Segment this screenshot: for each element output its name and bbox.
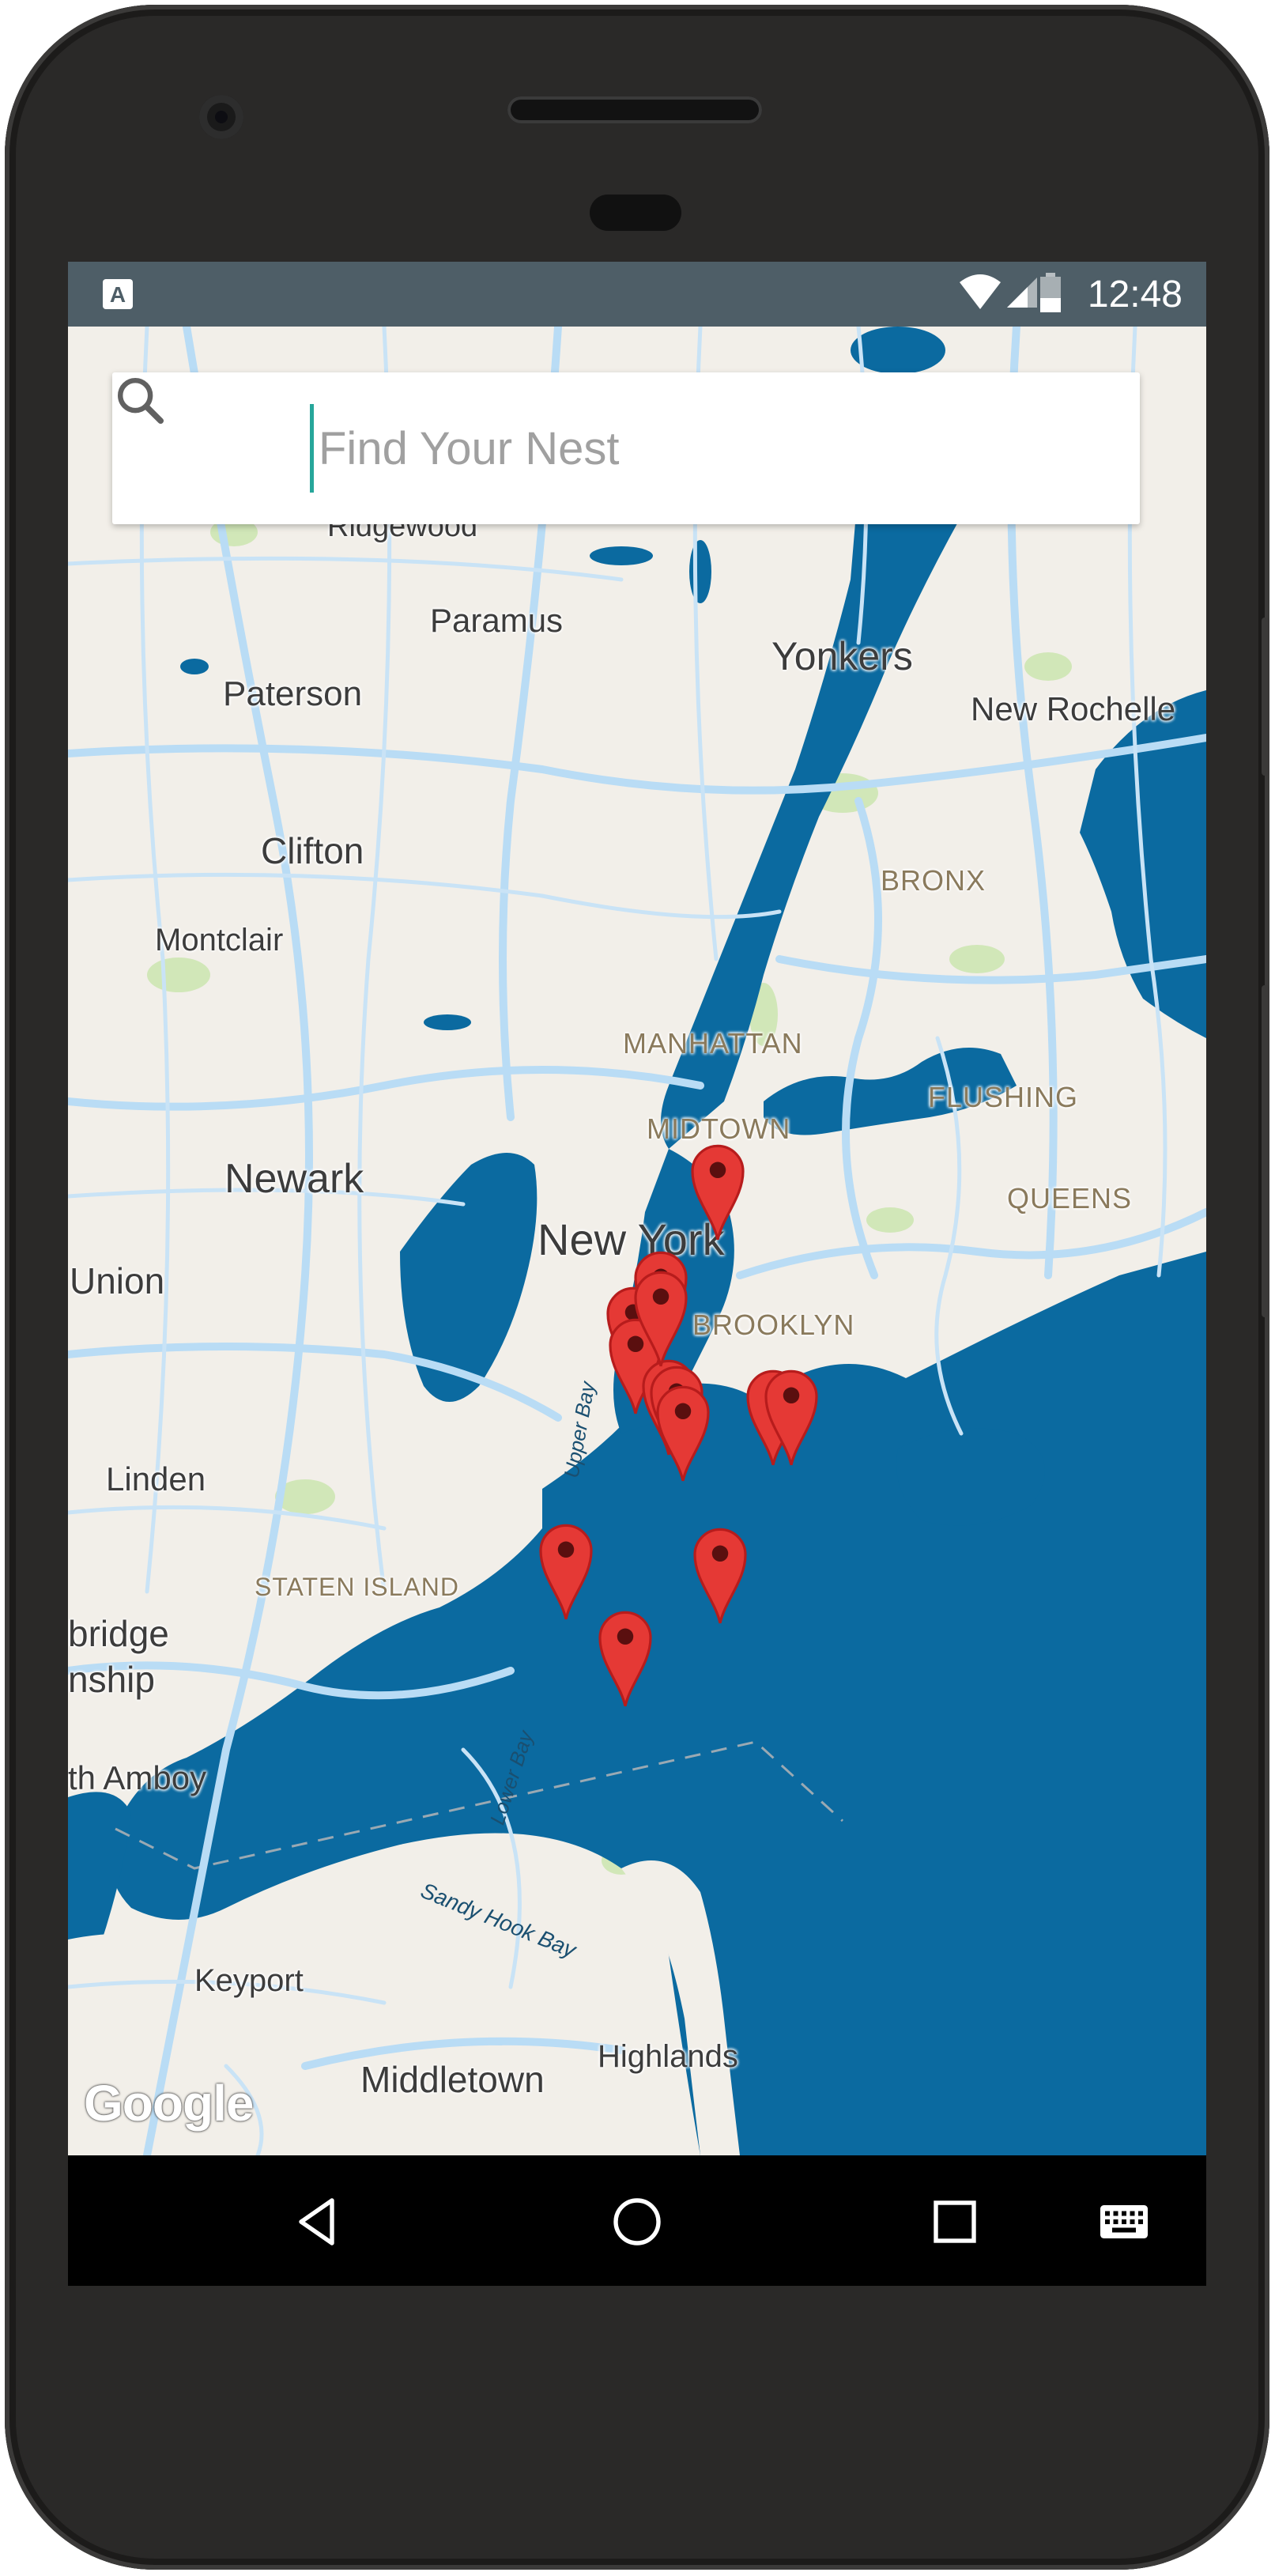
status-time: 12:48 [1087, 274, 1183, 315]
map-marker-icon[interactable] [594, 1607, 656, 1709]
earpiece-speaker [507, 96, 762, 123]
map-marker-icon[interactable] [687, 1141, 749, 1242]
home-icon[interactable] [609, 2193, 666, 2250]
map-label-linden: Linden [106, 1460, 206, 1498]
wifi-icon [960, 274, 1001, 309]
battery-icon [1040, 273, 1061, 312]
map-label-bridge: bridge [68, 1613, 169, 1654]
recents-icon[interactable] [926, 2193, 983, 2250]
map-marker-icon[interactable] [652, 1382, 714, 1483]
map-label-montclair: Montclair [155, 923, 284, 958]
map-label-middletown: Middletown [360, 2059, 545, 2100]
map-label-keyport: Keyport [194, 1963, 304, 1998]
status-bar: A 12:48 [68, 262, 1206, 327]
map-label-paterson: Paterson [223, 674, 363, 713]
map-marker-icon[interactable] [630, 1267, 692, 1369]
map-label-union: Union [70, 1260, 165, 1301]
map-marker-icon[interactable] [689, 1524, 751, 1626]
keyboard-icon[interactable] [1096, 2193, 1152, 2250]
map-label-paramus: Paramus [430, 602, 564, 639]
map-label-newark: Newark [224, 1156, 364, 1202]
map-label-queens: QUEENS [1007, 1182, 1133, 1214]
a-icon: A [103, 279, 133, 309]
search-input[interactable] [310, 404, 1109, 493]
map-marker-icon[interactable] [535, 1520, 597, 1622]
map-label-manhattan: MANHATTAN [623, 1027, 803, 1059]
map-label-staten-island: STATEN ISLAND [255, 1573, 459, 1601]
map-label-flushing: FLUSHING [928, 1081, 1079, 1113]
map-label-th-amboy: th Amboy [68, 1759, 207, 1796]
map-label-clifton: Clifton [261, 830, 364, 871]
map-label-bronx: BRONX [881, 864, 986, 897]
map-label-brooklyn: BROOKLYN [692, 1309, 855, 1341]
screen: A 12:48 Ridgewood Paramus Yonkers Paters… [68, 262, 1206, 2286]
map-view[interactable]: Ridgewood Paramus Yonkers Paterson New R… [68, 327, 1206, 2155]
power-button [1262, 985, 1269, 1317]
signal-icon [1007, 278, 1037, 308]
phone-frame: A 12:48 Ridgewood Paramus Yonkers Paters… [5, 5, 1269, 2570]
map-marker-icon[interactable] [760, 1366, 822, 1467]
map-label-highlands: Highlands [598, 2039, 738, 2074]
back-icon[interactable] [289, 2193, 346, 2250]
volume-button [1262, 618, 1269, 776]
front-camera [199, 95, 243, 139]
navigation-bar [68, 2155, 1206, 2286]
map-label-new-rochelle: New Rochelle [971, 690, 1176, 727]
search-icon[interactable] [112, 372, 168, 428]
google-attribution: Google [84, 2075, 254, 2132]
proximity-sensor [590, 195, 681, 231]
search-bar[interactable] [112, 372, 1140, 524]
map-label-yonkers: Yonkers [771, 634, 913, 678]
map-label-nship: nship [68, 1659, 155, 1700]
